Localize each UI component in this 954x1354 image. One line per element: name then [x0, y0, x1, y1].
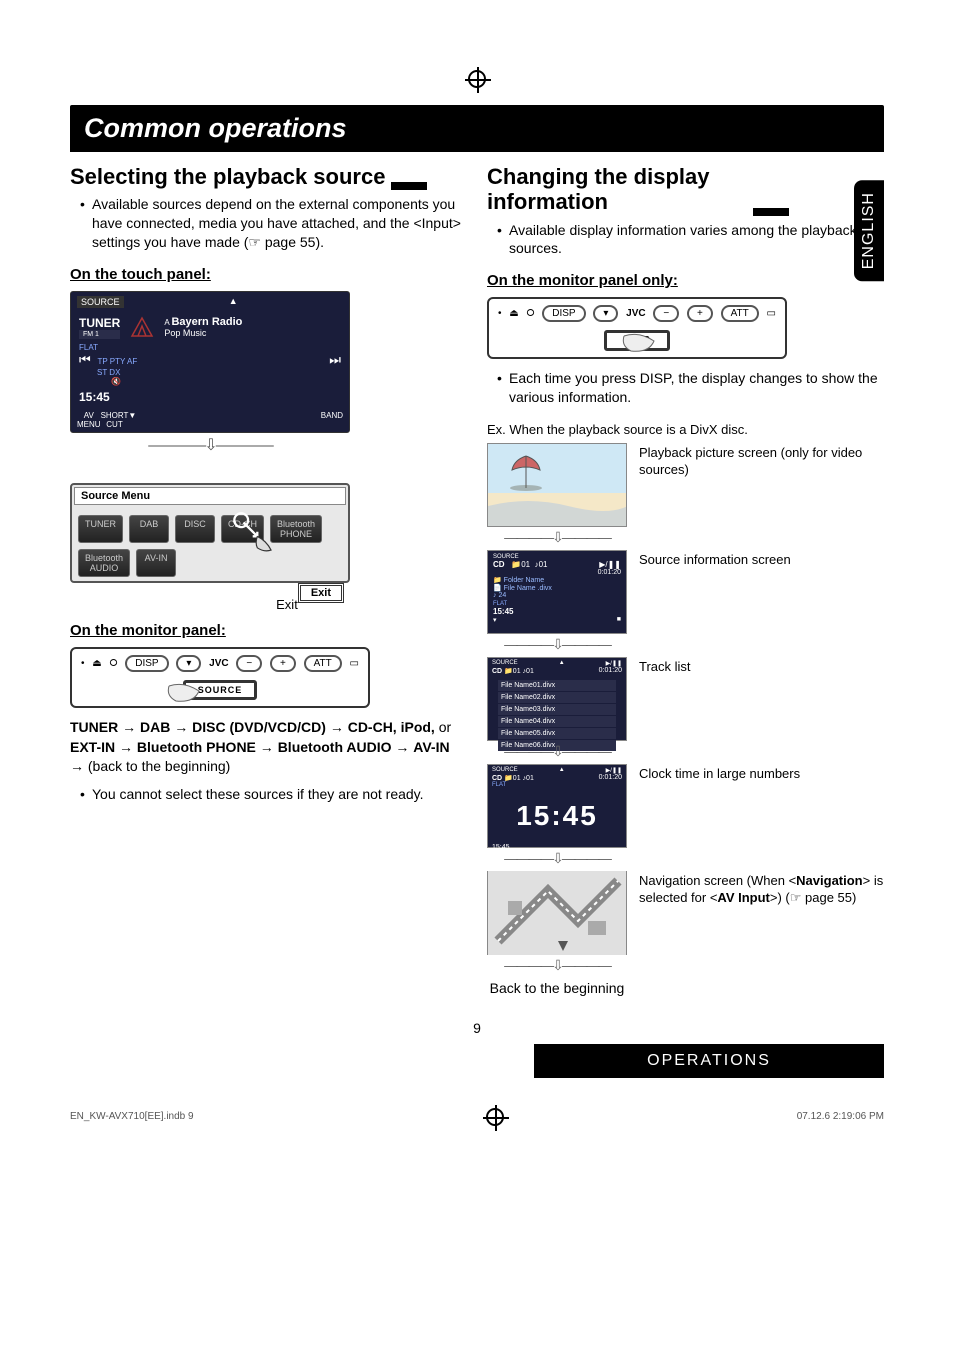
page-title: Common operations — [70, 105, 884, 152]
thumb3-label: Track list — [639, 657, 884, 676]
source-menu-title: Source Menu — [74, 487, 346, 505]
source-menu-figure: Source Menu TUNER DAB DISC CD-CH Bluetoo… — [70, 483, 350, 583]
att-btn: ATT — [304, 655, 342, 672]
flow-arrow: ――――⇩―――― — [487, 743, 627, 760]
crop-mark-center — [468, 70, 486, 93]
disp-small-btn: DISP — [125, 655, 168, 672]
down-arrow-icon: ▼ — [128, 411, 136, 429]
next-icon: ⏭ — [329, 352, 341, 368]
source-sequence-text: TUNER → DAB → DISC (DVD/VCD/CD) → CD-CH,… — [70, 718, 467, 777]
footer-left: EN_KW-AVX710[EE].indb 9 — [70, 1111, 194, 1122]
band-btn: BAND — [321, 411, 343, 429]
press-hand-icon — [619, 331, 669, 361]
pointing-hand-icon — [232, 511, 278, 557]
station-subtitle: Pop Music — [164, 328, 242, 338]
exit-callout-label: Exit — [70, 597, 467, 612]
monitor-panel-figure-left: • ⏏ ⭘ DISP ▾ JVC − + ATT ▭ SOURCE — [70, 647, 370, 708]
station-name: Bayern Radio — [171, 316, 242, 328]
up-arrow-icon: ▲ — [229, 296, 238, 308]
source-btn-tuner: TUNER — [78, 515, 123, 543]
crop-mark-bottom — [486, 1108, 504, 1126]
intro-bullet-left: Available sources depend on the external… — [80, 195, 467, 252]
playback-picture-thumb — [487, 443, 627, 527]
flow-arrow: ――――⇩―――― — [487, 850, 627, 867]
source-chip: SOURCE — [77, 296, 124, 308]
footer-right: 07.12.6 2:19:06 PM — [797, 1111, 884, 1122]
tuner-label: TUNER — [79, 316, 120, 330]
press-hand-icon — [164, 681, 214, 711]
tp-pty-flags: TP PTY AF — [97, 357, 137, 366]
source-info-thumb: SOURCE CD 📁01 ♪01 ▶/❚❚ 0:01:20 📁 Folder … — [487, 550, 627, 634]
thumb5-label: Navigation screen (When <Navigation> is … — [639, 871, 884, 907]
slot-icon: ▭ — [350, 658, 359, 669]
subheading-monitor-left: On the monitor panel: — [70, 622, 467, 639]
page-number: 9 — [70, 1020, 884, 1036]
clock-thumb: SOURCE▲▶/❚❚ CD 📁01 ♪01 0:01:20 FLAT 15:4… — [487, 764, 627, 848]
jvc-logo: JVC — [209, 658, 228, 669]
disp-note: Each time you press DISP, the display ch… — [497, 369, 884, 407]
menu-small-btn: ▾ — [176, 655, 201, 672]
tuner-screen-figure: SOURCE ▲ TUNER FM 1 A Bayern Radio Pop M… — [70, 291, 350, 433]
power-icon: ⭘ — [110, 658, 118, 669]
st-dx: ST DX — [97, 368, 341, 377]
tuner-clock: 15:45 — [79, 390, 341, 404]
section-heading-right: Changing the display information — [487, 164, 747, 215]
source-btn-avin: AV-IN — [136, 549, 176, 577]
flow-arrow: ――――⇩―――― — [70, 435, 350, 455]
operations-band: OPERATIONS — [534, 1044, 884, 1078]
thumb2-label: Source information screen — [639, 550, 884, 569]
shortcut-btn: SHORT CUT — [101, 411, 129, 429]
back-to-beginning: Back to the beginning — [487, 980, 627, 996]
fm-band-chip: FM 1 — [79, 330, 120, 339]
eq-flat: FLAT — [79, 343, 341, 352]
eject-icon: ⏏ — [92, 658, 101, 669]
reset-icon: • — [81, 658, 85, 669]
intro-bullet-right: Available display information varies amo… — [497, 221, 884, 259]
subheading-monitor-right: On the monitor panel only: — [487, 272, 884, 289]
flow-arrow: ――――⇩―――― — [487, 529, 627, 546]
source-not-ready-note: You cannot select these sources if they … — [80, 785, 467, 804]
vol-minus: − — [236, 655, 262, 672]
source-btn-bt-audio: Bluetooth AUDIO — [78, 549, 130, 577]
subheading-touch-panel: On the touch panel: — [70, 266, 467, 283]
track-list-thumb: SOURCE▲▶/❚❚ CD 📁01 ♪010:01:20 File Name0… — [487, 657, 627, 741]
flow-arrow: ――――⇩―――― — [487, 957, 627, 974]
heading-rule — [391, 182, 427, 190]
vol-plus: + — [270, 655, 296, 672]
monitor-panel-figure-right: •⏏⭘ DISP▾ JVC − + ATT▭ DISP — [487, 297, 787, 359]
navigation-thumb — [487, 871, 627, 955]
example-label: Ex. When the playback source is a DivX d… — [487, 421, 884, 439]
source-btn-disc: DISC — [175, 515, 215, 543]
flow-arrow: ――――⇩―――― — [487, 636, 627, 653]
section-heading-left: Selecting the playback source — [70, 164, 385, 189]
av-menu-btn: AV MENU — [77, 411, 101, 429]
radio-tower-icon — [128, 316, 156, 338]
heading-rule — [753, 208, 789, 216]
prev-icon: ⏮ — [79, 352, 91, 367]
exit-button: Exit — [298, 583, 344, 603]
source-btn-dab: DAB — [129, 515, 169, 543]
thumb4-label: Clock time in large numbers — [639, 764, 884, 783]
thumb1-label: Playback picture screen (only for video … — [639, 443, 884, 479]
